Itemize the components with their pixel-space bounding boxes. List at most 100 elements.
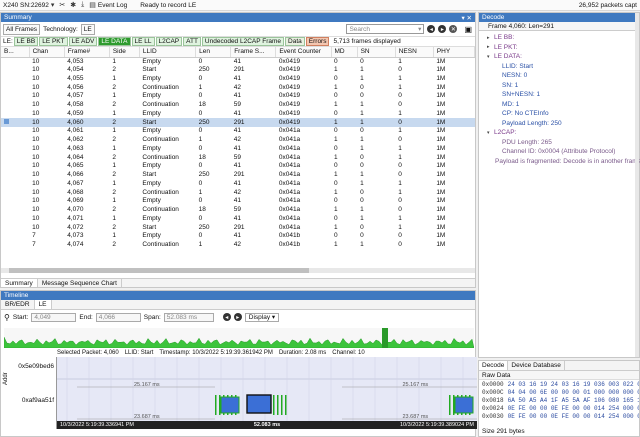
tag-l2cap[interactable]: L2CAP xyxy=(155,37,183,46)
column-header[interactable]: Len xyxy=(195,47,232,58)
clear-search-icon[interactable]: ✕ xyxy=(449,25,458,33)
table-row[interactable]: 10 4,056 2 Continuation 1 42 0x0419 1 0 1 1M xyxy=(1,83,475,92)
tab-le[interactable]: LE xyxy=(34,300,52,309)
decode-tree-node[interactable]: SN: 1 xyxy=(479,81,639,91)
table-row[interactable]: 10 4,064 2 Continuation 18 59 0x041a 1 0 1 1M xyxy=(1,153,475,162)
table-row[interactable]: 10 4,072 2 Start 250 291 0x041a 1 0 1 1M xyxy=(1,223,475,232)
table-row[interactable]: 10 4,062 2 Continuation 1 42 0x041a 1 1 0 1M xyxy=(1,136,475,145)
tag-data[interactable]: Data xyxy=(285,37,305,46)
tag-le-ll[interactable]: LE LL xyxy=(131,37,155,46)
end-field[interactable]: 4,066 xyxy=(95,312,141,322)
tab-message-sequence-chart[interactable]: Message Sequence Chart xyxy=(38,279,122,287)
table-cell: 0 xyxy=(360,162,364,170)
tag-le-pkt[interactable]: LE PKT xyxy=(39,37,68,46)
tab-summary[interactable]: Summary xyxy=(1,279,38,287)
tab-decode[interactable]: Decode xyxy=(479,361,509,370)
table-row[interactable]: 10 4,057 1 Empty 0 41 0x0419 0 0 0 1M xyxy=(1,92,475,101)
column-header[interactable]: NESN xyxy=(395,47,434,58)
panel-options-icon[interactable]: ▾ ✕ xyxy=(461,14,472,22)
table-row[interactable]: 10 4,063 1 Empty 0 41 0x041a 0 1 1 1M xyxy=(1,145,475,154)
table-row[interactable]: 10 4,067 1 Empty 0 41 0x041a 0 1 1 1M xyxy=(1,180,475,189)
column-header[interactable]: Chan xyxy=(29,47,65,58)
table-row[interactable]: 10 4,068 2 Continuation 1 42 0x041a 1 0 1 1M xyxy=(1,188,475,197)
decode-tree-node[interactable]: ▸ LE BB: xyxy=(479,33,639,43)
collapse-icon[interactable]: ▾ xyxy=(487,54,494,60)
collapse-icon[interactable]: ▾ xyxy=(487,130,494,136)
span-field[interactable]: 52.083 ms xyxy=(163,312,214,322)
hex-bytes: 0E FE 00 00 0E FE 00 00 014 254 000 000 xyxy=(507,404,639,412)
start-field[interactable]: 4,049 xyxy=(31,312,77,322)
gap-label: 23.687 ms xyxy=(134,414,160,420)
scroll-thumb[interactable] xyxy=(9,268,309,273)
table-row[interactable]: 10 4,055 1 Empty 0 41 0x0419 0 1 1 1M xyxy=(1,75,475,84)
table-row[interactable]: 10 4,053 1 Empty 0 41 0x0419 0 0 1 1M xyxy=(1,57,475,66)
column-header[interactable]: LLID xyxy=(139,47,197,58)
tab-device-database[interactable]: Device Database xyxy=(508,361,565,370)
column-header[interactable]: Frame# xyxy=(64,47,110,58)
decode-tree-node[interactable]: SN+NESN: 1 xyxy=(479,90,639,100)
device-selector[interactable]: X240 SN:22692 ▾ xyxy=(3,1,54,10)
table-row[interactable]: 7 4,073 1 Empty 0 41 0x041b 0 0 0 1M xyxy=(1,232,475,241)
table-row[interactable]: 10 4,060 2 Start 250 291 0x0419 1 1 0 1M xyxy=(1,118,475,127)
table-row[interactable]: 10 4,058 2 Continuation 18 59 0x0419 1 1 0 1M xyxy=(1,101,475,110)
tag-undecoded-l2cap-frame[interactable]: Undecoded L2CAP Frame xyxy=(201,37,285,46)
search-input[interactable]: Search ▾ xyxy=(346,24,425,34)
tag-att[interactable]: ATT xyxy=(183,37,201,46)
overview-window[interactable] xyxy=(382,328,388,348)
packet-timeline[interactable]: 25.167 ms 25.167 ms 23.687 ms 23.687 ms xyxy=(57,357,477,421)
tag-le-data[interactable]: LE DATA xyxy=(98,37,131,46)
zoom-icon[interactable]: ⚲ xyxy=(4,313,10,322)
tag-errors[interactable]: Errors xyxy=(305,37,330,46)
table-row[interactable]: 10 4,071 1 Empty 0 41 0x041a 0 1 1 1M xyxy=(1,215,475,224)
decode-tree-node[interactable]: CP: No CTEInfo xyxy=(479,109,639,119)
scissors-icon[interactable]: ✂ xyxy=(59,1,65,9)
download-icon[interactable]: ⤓ xyxy=(81,1,84,9)
decode-scrollbar[interactable] xyxy=(635,13,639,357)
table-row[interactable]: 10 4,069 1 Empty 0 41 0x041a 0 0 0 1M xyxy=(1,197,475,206)
tag-le-adv[interactable]: LE ADV xyxy=(68,37,98,46)
column-header[interactable]: Frame S... xyxy=(230,47,277,58)
column-header[interactable]: B... xyxy=(1,47,30,58)
column-header[interactable]: MD xyxy=(331,47,358,58)
decode-tree-node[interactable]: ▸ LE PKT: xyxy=(479,43,639,53)
event-log-button[interactable]: ▤ Event Log xyxy=(89,1,127,10)
table-row[interactable]: 10 4,054 2 Start 250 291 0x0419 1 1 0 1M xyxy=(1,66,475,75)
column-header[interactable]: Event Counter xyxy=(275,47,332,58)
timeline-next-icon[interactable]: ▸ xyxy=(233,313,242,321)
expand-icon[interactable]: ▸ xyxy=(487,44,494,50)
decode-tree-node[interactable]: Payload is fragmented: Decode is in anot… xyxy=(479,157,640,167)
table-cell: 2 xyxy=(112,101,116,109)
search-prev-icon[interactable]: ◂ xyxy=(427,25,436,33)
timeline-prev-icon[interactable]: ◂ xyxy=(222,313,231,321)
decode-tree-node[interactable]: MD: 1 xyxy=(479,100,639,110)
decode-tree-node[interactable]: Payload Length: 250 xyxy=(479,119,639,129)
record-icon[interactable]: ✱ xyxy=(70,1,76,9)
expand-icon[interactable]: ▸ xyxy=(487,35,494,41)
column-header[interactable]: PHY xyxy=(433,47,476,58)
search-next-icon[interactable]: ▸ xyxy=(438,25,447,33)
table-row[interactable]: 10 4,059 1 Empty 0 41 0x0419 0 1 1 1M xyxy=(1,110,475,119)
column-header[interactable]: Side xyxy=(109,47,140,58)
column-header[interactable]: SN xyxy=(357,47,396,58)
table-row[interactable]: 10 4,066 2 Start 250 291 0x041a 1 1 0 1M xyxy=(1,171,475,180)
decode-tree-node[interactable]: PDU Length: 265 xyxy=(479,138,639,148)
table-row[interactable]: 10 4,070 2 Continuation 18 59 0x041a 1 1 0 1M xyxy=(1,206,475,215)
display-dropdown[interactable]: Display ▾ xyxy=(244,312,280,322)
decode-tree-node[interactable]: Channel ID: 0x0004 (Attribute Protocol) xyxy=(479,147,639,157)
table-row[interactable]: 10 4,061 1 Empty 0 41 0x041a 0 0 1 1M xyxy=(1,127,475,136)
horizontal-scrollbar[interactable] xyxy=(1,268,475,273)
table-row[interactable]: 7 4,074 2 Continuation 1 42 0x041b 1 1 0 1M xyxy=(1,241,475,250)
overview-strip[interactable] xyxy=(4,328,474,348)
all-frames-button[interactable]: All Frames xyxy=(3,23,41,35)
info-timestamp: Timestamp: 10/3/2022 5:19:39.361942 PM xyxy=(159,350,273,356)
decode-tree-node[interactable]: ▾ L2CAP: xyxy=(479,128,639,138)
decode-tree-node[interactable]: ▾ LE DATA: xyxy=(479,52,639,62)
decode-tree-node[interactable]: LLID: Start xyxy=(479,62,639,72)
tab-bredr[interactable]: BR/EDR xyxy=(1,300,35,309)
export-icon[interactable]: ▣ xyxy=(464,25,472,34)
tag-le-bb[interactable]: LE BB xyxy=(13,37,39,46)
technology-select[interactable]: LE xyxy=(80,23,95,35)
table-cell: 1M xyxy=(433,118,475,127)
decode-tree-node[interactable]: NESN: 0 xyxy=(479,71,639,81)
table-row[interactable]: 10 4,065 1 Empty 0 41 0x041a 0 0 0 1M xyxy=(1,162,475,171)
